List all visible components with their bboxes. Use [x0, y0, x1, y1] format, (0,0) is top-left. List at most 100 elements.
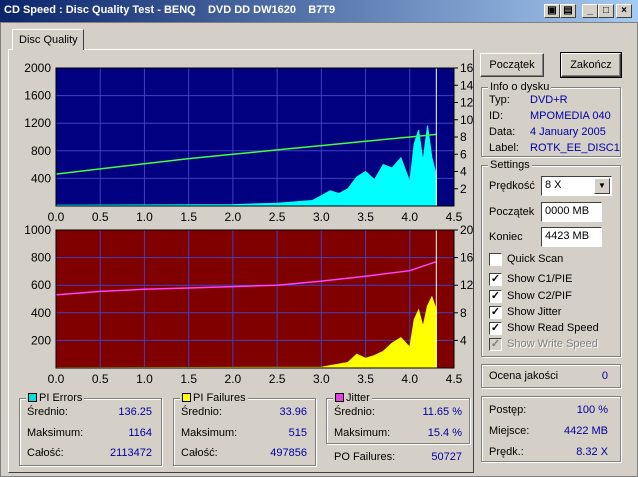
show-jitter-checkbox[interactable]: ✓ — [489, 306, 502, 319]
end-input[interactable]: 4423 MB — [541, 227, 602, 247]
pi-failures-avg: 33.96 — [279, 406, 307, 418]
jitter-title: Jitter — [333, 392, 372, 404]
y-left-tick-label: 1200 — [24, 116, 51, 130]
x-tick-label: 2.0 — [225, 210, 242, 224]
pi-errors-max-label: Maksimum: — [27, 427, 84, 439]
position-label: Miejsce: — [489, 425, 530, 437]
progress-value: 100 % — [576, 404, 608, 416]
close-button[interactable]: × — [616, 4, 632, 18]
y-right-tick-label: 4 — [460, 333, 467, 347]
y-right-tick-label: 2 — [460, 182, 467, 196]
y-left-tick-label: 600 — [31, 278, 51, 292]
y-right-tick-label: 6 — [460, 147, 467, 161]
y-left-tick-label: 1000 — [24, 224, 51, 237]
jitter-max: 15.4 % — [427, 427, 462, 439]
quick-scan-label: Quick Scan — [507, 253, 564, 265]
y-right-tick-label: 12 — [460, 96, 474, 110]
x-tick-label: 1.0 — [136, 210, 153, 224]
pi-errors-avg-label: Średnio: — [27, 406, 68, 418]
show-c1-label: Show C1/PIE — [507, 273, 573, 285]
pi-errors-swatch — [28, 393, 37, 402]
y-right-tick-label: 4 — [460, 165, 467, 179]
jitter-max-label: Maksimum: — [334, 427, 391, 439]
minimize-button[interactable]: _ — [582, 4, 598, 18]
report-icon[interactable]: ▤ — [560, 4, 576, 18]
pi-errors-max: 1164 — [128, 427, 152, 439]
y-left-tick-label: 800 — [31, 144, 51, 158]
x-tick-label: 0.0 — [48, 372, 65, 386]
show-c2-checkbox[interactable]: ✓ — [489, 290, 502, 303]
x-tick-label: 4.5 — [446, 210, 463, 224]
window-title-bar: CD Speed : Disc Quality Test - BENQ DVD … — [0, 0, 638, 22]
y-right-tick-label: 14 — [460, 78, 474, 92]
x-tick-label: 0.5 — [92, 372, 109, 386]
pi-errors-chart: 0.0 0.5 1.0 1.5 2.0 2.5 3.0 3.5 4.0 4.5 2000 1600 12… — [14, 61, 476, 226]
start-button[interactable]: Początek — [480, 53, 544, 77]
x-tick-label: 3.5 — [357, 372, 374, 386]
x-tick-label: 4.0 — [401, 372, 418, 386]
x-tick-label: 0.5 — [92, 210, 109, 224]
help-icon[interactable]: ▣ — [544, 4, 560, 18]
start-input[interactable]: 0000 MB — [541, 202, 602, 222]
end-button[interactable]: Zakończ — [560, 52, 622, 78]
y-right-tick-label: 16 — [460, 251, 474, 265]
x-tick-label: 1.5 — [180, 372, 197, 386]
y-right-tick-label: 8 — [460, 130, 467, 144]
jitter-avg: 11.65 % — [422, 406, 462, 418]
show-read-speed-checkbox[interactable]: ✓ — [489, 322, 502, 335]
read-speed-label: Prędk.: — [489, 446, 524, 458]
quick-scan-checkbox[interactable] — [489, 253, 502, 266]
quality-value: 0 — [601, 370, 608, 382]
pi-errors-total-label: Całość: — [27, 447, 64, 459]
po-failures-value: 50727 — [431, 451, 462, 463]
show-read-speed-label: Show Read Speed — [507, 322, 599, 334]
x-tick-label: 1.0 — [136, 372, 153, 386]
disc-type-label: Typ: — [489, 94, 510, 106]
pi-failures-chart-svg: 0.0 0.5 1.0 1.5 2.0 2.5 3.0 3.5 4.0 4.5 1000 800 600… — [24, 223, 474, 386]
x-tick-label: 2.5 — [269, 210, 286, 224]
chevron-down-icon[interactable]: ▼ — [594, 178, 610, 194]
y-right-tick-label: 8 — [460, 306, 467, 320]
pi-failures-chart: 0.0 0.5 1.0 1.5 2.0 2.5 3.0 3.5 4.0 4.5 1000 800 600… — [14, 223, 476, 388]
y-left-tick-label: 400 — [31, 306, 51, 320]
pi-failures-total: 497856 — [270, 447, 307, 459]
disc-id-value: MPOMEDIA 040 — [530, 110, 611, 122]
y-left-tick-label: 200 — [31, 333, 51, 347]
quality-label: Ocena jakości — [489, 370, 559, 382]
pi-errors-chart-svg: 0.0 0.5 1.0 1.5 2.0 2.5 3.0 3.5 4.0 4.5 2000 1600 12… — [24, 61, 474, 224]
y-right-tick-label: 10 — [460, 113, 474, 127]
start-label: Początek — [489, 206, 535, 218]
y-left-tick-label: 2000 — [24, 62, 51, 75]
pi-failures-swatch — [182, 393, 191, 402]
show-c1-checkbox[interactable]: ✓ — [489, 273, 502, 286]
end-label: Koniec — [489, 231, 523, 243]
pi-failures-max: 515 — [288, 427, 307, 439]
disc-date-label: Data: — [489, 126, 516, 138]
show-write-speed-checkbox: ✓ — [489, 338, 502, 351]
disc-type-value: DVD+R — [530, 94, 568, 106]
pi-failures-title: PI Failures — [180, 392, 248, 404]
speed-select[interactable]: 8 X ▼ — [541, 176, 612, 196]
speed-select-value: 8 X — [545, 179, 562, 191]
disc-id-label: ID: — [489, 110, 504, 122]
x-tick-label: 4.0 — [401, 210, 418, 224]
pi-failures-avg-label: Średnio: — [181, 406, 222, 418]
jitter-swatch — [335, 393, 344, 402]
settings-title: Settings — [488, 159, 532, 171]
show-write-speed-label: Show Write Speed — [507, 338, 598, 350]
po-failures-label: PO Failures: — [334, 451, 396, 463]
pi-failures-max-label: Maksimum: — [181, 427, 238, 439]
y-right-tick-label: 12 — [460, 278, 474, 292]
pi-errors-avg: 136.25 — [118, 406, 152, 418]
speed-label: Prędkość — [489, 180, 535, 192]
position-value: 4422 MB — [563, 425, 608, 437]
x-tick-label: 3.0 — [313, 210, 330, 224]
read-speed-value: 8.32 X — [576, 446, 608, 458]
maximize-button[interactable]: □ — [598, 4, 614, 18]
tab-disc-quality[interactable]: Disc Quality — [12, 29, 84, 50]
x-tick-label: 4.5 — [446, 372, 463, 386]
disc-label-label: Label: — [489, 142, 519, 154]
y-right-tick-label: 20 — [460, 224, 474, 237]
y-left-tick-label: 400 — [31, 171, 51, 185]
disc-date-value: 4 January 2005 — [530, 126, 606, 138]
